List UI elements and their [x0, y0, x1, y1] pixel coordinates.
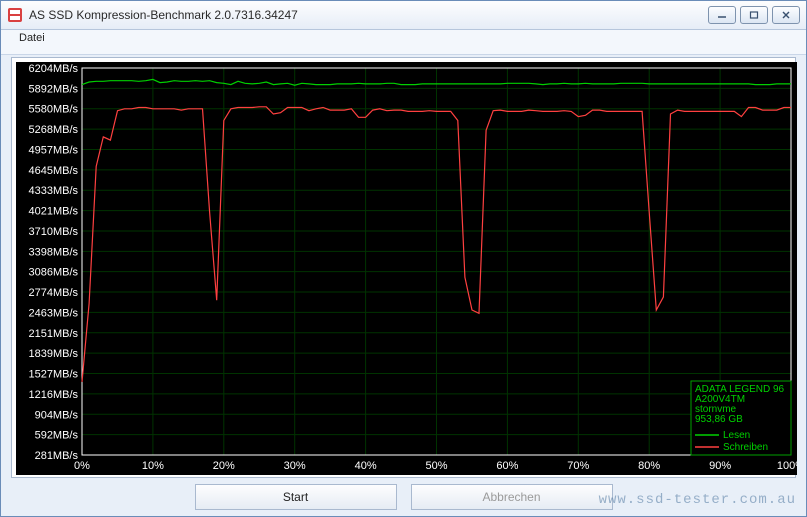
svg-text:2774MB/s: 2774MB/s [28, 287, 78, 299]
cancel-button: Abbrechen [411, 484, 613, 510]
svg-text:60%: 60% [496, 460, 518, 472]
svg-text:50%: 50% [425, 460, 447, 472]
svg-text:0%: 0% [74, 460, 90, 472]
start-button[interactable]: Start [195, 484, 397, 510]
svg-text:1839MB/s: 1839MB/s [28, 348, 78, 360]
svg-text:281MB/s: 281MB/s [35, 450, 79, 462]
app-window: AS SSD Kompression-Benchmark 2.0.7316.34… [0, 0, 807, 517]
svg-text:Schreiben: Schreiben [723, 442, 768, 453]
svg-text:5580MB/s: 5580MB/s [28, 104, 78, 116]
minimize-button[interactable] [708, 6, 736, 24]
chart-panel: 281MB/s 592MB/s 904MB/s 1216MB/s 1527MB/s 183… [11, 57, 796, 478]
svg-text:1216MB/s: 1216MB/s [28, 389, 78, 401]
chart-svg: 281MB/s 592MB/s 904MB/s 1216MB/s 1527MB/s 183… [16, 62, 797, 475]
svg-text:1527MB/s: 1527MB/s [28, 369, 78, 381]
maximize-button[interactable] [740, 6, 768, 24]
svg-text:Lesen: Lesen [723, 430, 750, 441]
svg-text:40%: 40% [355, 460, 377, 472]
titlebar: AS SSD Kompression-Benchmark 2.0.7316.34… [1, 1, 806, 30]
svg-text:904MB/s: 904MB/s [35, 409, 79, 421]
svg-text:30%: 30% [284, 460, 306, 472]
menubar: Datei [1, 30, 806, 55]
svg-text:80%: 80% [638, 460, 660, 472]
window-title: AS SSD Kompression-Benchmark 2.0.7316.34… [29, 8, 702, 22]
close-button[interactable] [772, 6, 800, 24]
window-controls [708, 6, 800, 24]
svg-text:90%: 90% [709, 460, 731, 472]
svg-text:6204MB/s: 6204MB/s [28, 63, 78, 75]
svg-text:5268MB/s: 5268MB/s [28, 124, 78, 136]
svg-text:2463MB/s: 2463MB/s [28, 307, 78, 319]
svg-text:3710MB/s: 3710MB/s [28, 226, 78, 238]
svg-text:4957MB/s: 4957MB/s [28, 144, 78, 156]
svg-text:20%: 20% [213, 460, 235, 472]
svg-text:3398MB/s: 3398MB/s [28, 246, 78, 258]
svg-text:4021MB/s: 4021MB/s [28, 206, 78, 218]
svg-text:100%: 100% [777, 460, 797, 472]
app-icon [7, 7, 23, 23]
svg-text:5892MB/s: 5892MB/s [28, 83, 78, 95]
svg-text:10%: 10% [142, 460, 164, 472]
svg-text:2151MB/s: 2151MB/s [28, 328, 78, 340]
menu-file[interactable]: Datei [11, 30, 53, 46]
svg-text:4645MB/s: 4645MB/s [28, 165, 78, 177]
svg-text:4333MB/s: 4333MB/s [28, 185, 78, 197]
svg-text:592MB/s: 592MB/s [35, 430, 79, 442]
compression-chart: 281MB/s 592MB/s 904MB/s 1216MB/s 1527MB/s 183… [16, 62, 791, 473]
svg-text:70%: 70% [567, 460, 589, 472]
svg-text:953,86 GB: 953,86 GB [695, 414, 743, 425]
button-row: Start Abbrechen [1, 484, 806, 510]
svg-text:3086MB/s: 3086MB/s [28, 267, 78, 279]
